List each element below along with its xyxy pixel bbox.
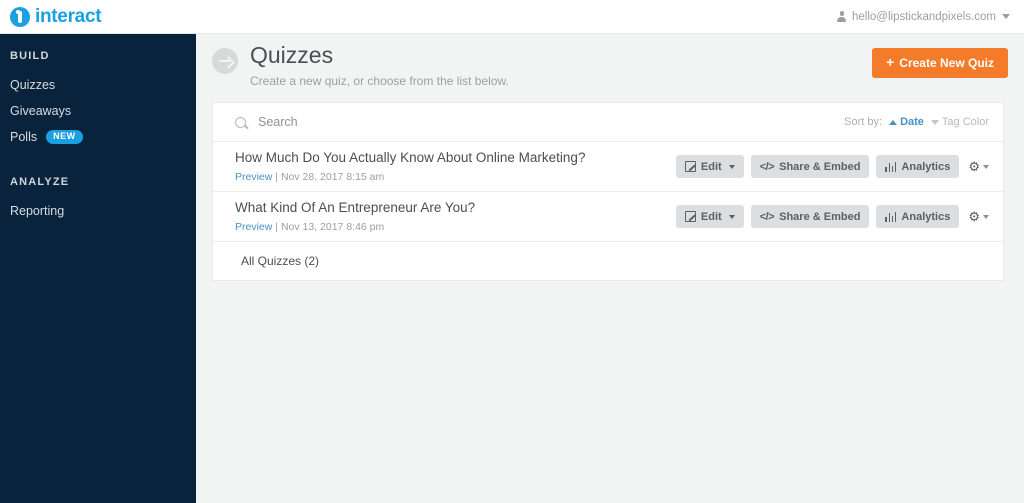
quiz-info: What Kind Of An Entrepreneur Are You? Pr… (235, 200, 475, 233)
main-content: Quizzes Create a new quiz, or choose fro… (196, 34, 1024, 503)
meta-separator: | (275, 221, 279, 234)
edit-button[interactable]: Edit (675, 205, 744, 228)
edit-button[interactable]: Edit (675, 155, 744, 178)
brand-name: interact (35, 6, 102, 27)
create-new-quiz-label: Create New Quiz (899, 56, 994, 70)
account-email: hello@lipstickandpixels.com (852, 10, 996, 23)
analytics-label: Analytics (901, 160, 951, 173)
analytics-button[interactable]: Analytics (876, 205, 960, 228)
sidebar-item-label: Quizzes (10, 78, 56, 92)
quiz-title: How Much Do You Actually Know About Onli… (235, 149, 586, 165)
sort-option-date[interactable]: Date (889, 116, 924, 128)
search-area[interactable] (235, 114, 844, 130)
triangle-down-icon (930, 119, 939, 125)
search-input[interactable] (256, 114, 556, 130)
sort-option-label: Tag Color (941, 116, 989, 128)
table-row[interactable]: What Kind Of An Entrepreneur Are You? Pr… (213, 192, 1003, 242)
plus-icon: + (886, 54, 895, 70)
sort-option-tag-color[interactable]: Tag Color (930, 116, 989, 128)
account-menu[interactable]: hello@lipstickandpixels.com (837, 11, 1024, 23)
card-footer: All Quizzes (2) (213, 242, 1003, 280)
sort-controls: Sort by: Date Tag Color (844, 116, 989, 128)
search-sort-bar: Sort by: Date Tag Color (213, 103, 1003, 142)
quizzes-card: Sort by: Date Tag Color How Much Do You … (212, 102, 1004, 281)
page-header: Quizzes Create a new quiz, or choose fro… (196, 34, 1024, 102)
share-embed-label: Share & Embed (779, 160, 861, 173)
analytics-label: Analytics (901, 210, 951, 223)
settings-menu-button[interactable]: ⚙ (966, 160, 989, 173)
table-row[interactable]: How Much Do You Actually Know About Onli… (213, 142, 1003, 192)
chevron-down-icon (983, 164, 989, 169)
triangle-up-icon (889, 119, 898, 125)
page-subtitle: Create a new quiz, or choose from the li… (250, 74, 509, 89)
all-quizzes-count[interactable]: All Quizzes (2) (241, 254, 319, 268)
sidebar-item-reporting[interactable]: Reporting (0, 198, 196, 224)
sidebar-item-label: Polls (10, 130, 38, 144)
code-brackets-icon: </> (759, 160, 775, 173)
top-bar: interact hello@lipstickandpixels.com (0, 0, 1024, 34)
share-embed-button[interactable]: </> Share & Embed (750, 155, 870, 178)
page-title: Quizzes (250, 42, 334, 68)
chevron-down-icon (728, 164, 735, 169)
sort-option-label: Date (900, 116, 924, 128)
sidebar-section-analyze: ANALYZE (10, 176, 70, 188)
quiz-date: Nov 28, 2017 8:15 am (280, 171, 385, 184)
analytics-button[interactable]: Analytics (876, 155, 960, 178)
pencil-icon (684, 211, 696, 222)
share-embed-label: Share & Embed (779, 210, 861, 223)
interact-logo-icon (10, 6, 30, 27)
sidebar: BUILD Quizzes Giveaways Polls NEW ANALYZ… (0, 34, 196, 503)
code-brackets-icon: </> (759, 210, 775, 223)
quiz-meta: Preview | Nov 28, 2017 8:15 am (235, 171, 585, 183)
sidebar-section-build: BUILD (10, 50, 50, 62)
sidebar-item-giveaways[interactable]: Giveaways (0, 98, 196, 124)
chevron-down-icon (1002, 14, 1010, 19)
bar-chart-icon (885, 161, 897, 172)
quiz-title: What Kind Of An Entrepreneur Are You? (235, 199, 476, 215)
chevron-down-icon (983, 214, 989, 219)
chevron-down-icon (728, 214, 735, 219)
sidebar-item-label: Giveaways (10, 104, 72, 118)
create-new-quiz-button[interactable]: + Create New Quiz (872, 48, 1008, 78)
preview-link[interactable]: Preview (235, 221, 272, 233)
row-actions: Edit </> Share & Embed Analytics ⚙ (675, 205, 989, 228)
pencil-icon (684, 161, 696, 172)
gear-icon: ⚙ (968, 159, 980, 174)
gear-icon: ⚙ (968, 209, 980, 224)
settings-menu-button[interactable]: ⚙ (966, 210, 989, 223)
new-badge: NEW (46, 130, 83, 144)
person-icon (837, 11, 846, 22)
brand-logo[interactable]: interact (0, 6, 102, 27)
sidebar-item-polls[interactable]: Polls NEW (0, 124, 196, 150)
bar-chart-icon (885, 211, 897, 222)
share-embed-button[interactable]: </> Share & Embed (750, 205, 870, 228)
quiz-date: Nov 13, 2017 8:46 pm (280, 221, 385, 234)
search-icon (235, 116, 246, 128)
quiz-info: How Much Do You Actually Know About Onli… (235, 150, 585, 183)
edit-label: Edit (700, 210, 722, 223)
meta-separator: | (275, 171, 279, 184)
preview-link[interactable]: Preview (235, 171, 272, 183)
sidebar-item-quizzes[interactable]: Quizzes (0, 72, 196, 98)
quiz-meta: Preview | Nov 13, 2017 8:46 pm (235, 221, 475, 233)
edit-label: Edit (700, 160, 722, 173)
sidebar-item-label: Reporting (10, 204, 65, 218)
arrow-right-circle-icon[interactable] (212, 48, 238, 74)
page-header-text: Quizzes Create a new quiz, or choose fro… (250, 42, 509, 89)
sort-by-label: Sort by: (844, 116, 883, 128)
row-actions: Edit </> Share & Embed Analytics ⚙ (675, 155, 989, 178)
